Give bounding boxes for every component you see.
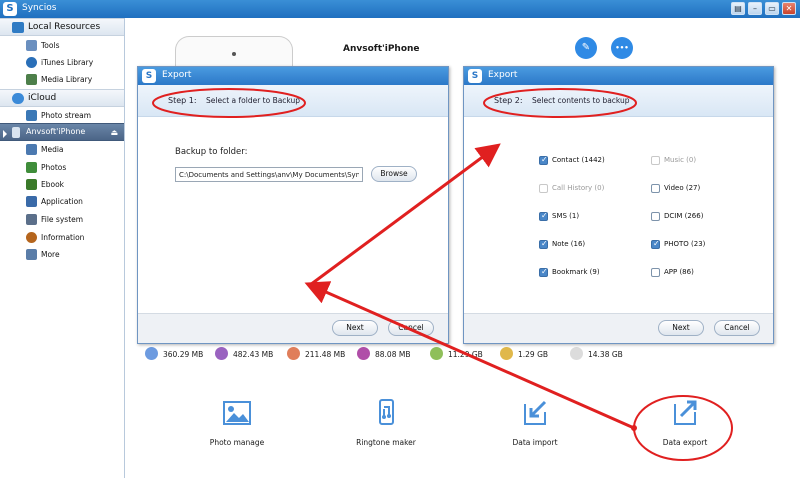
- checkbox-box: [651, 156, 660, 165]
- sidebar-item-file-system[interactable]: File system: [0, 211, 124, 228]
- device-name: Anvsoft'iPhone: [343, 44, 420, 54]
- backup-folder-path-field[interactable]: [175, 167, 363, 182]
- checkbox-box[interactable]: [539, 155, 548, 165]
- ringtone-maker-icon: [379, 399, 394, 425]
- dialog-footer: Next Cancel: [138, 313, 448, 343]
- data-export-icon: [674, 400, 697, 425]
- media-library-icon: [26, 74, 37, 85]
- cloud-icon: [12, 93, 24, 104]
- music-storage-icon: [145, 347, 158, 360]
- next-button[interactable]: Next: [332, 320, 378, 336]
- export-dialog-step1: S Export Step 1: Select a folder to Back…: [137, 66, 449, 344]
- photo-manage-tool[interactable]: Photo manage: [192, 400, 282, 450]
- information-icon: [26, 232, 37, 243]
- window-title: Syncios: [22, 3, 57, 13]
- checkbox-box[interactable]: [539, 267, 548, 277]
- export-dialog-step2: S Export Step 2: Select contents to back…: [463, 66, 774, 344]
- ebook-storage-icon: [357, 347, 370, 360]
- apps-storage-icon: [430, 347, 443, 360]
- free-storage-icon: [570, 347, 583, 360]
- device-image: [175, 36, 293, 66]
- monitor-icon: [12, 22, 24, 33]
- checkbox-box[interactable]: [651, 184, 660, 193]
- sidebar-item-media-library[interactable]: Media Library: [0, 71, 124, 88]
- application-icon: [26, 196, 37, 207]
- dialog-title-bar: S Export: [464, 67, 773, 85]
- cancel-button[interactable]: Cancel: [388, 320, 434, 336]
- step-header: Step 2: Select contents to backup: [464, 85, 773, 117]
- checkbox-box[interactable]: [651, 268, 660, 277]
- cancel-button[interactable]: Cancel: [714, 320, 760, 336]
- ebook-icon: [26, 179, 37, 190]
- title-bar: S Syncios ▤ – ▭ ✕: [0, 0, 800, 18]
- next-button[interactable]: Next: [658, 320, 704, 336]
- icloud-header[interactable]: iCloud: [0, 89, 124, 107]
- sidebar-item-media[interactable]: Media: [0, 141, 124, 158]
- photo-storage-icon: [287, 347, 300, 360]
- checkbox-box[interactable]: [651, 212, 660, 221]
- checkbox-box: [539, 184, 548, 193]
- checkbox-box[interactable]: [539, 239, 548, 249]
- device-header[interactable]: Anvsoft'iPhone ⏏: [0, 123, 124, 141]
- sidebar-item-application[interactable]: Application: [0, 193, 124, 210]
- other-storage-icon: [500, 347, 513, 360]
- camera-dot: [232, 52, 236, 56]
- ringtone-maker-tool[interactable]: Ringtone maker: [341, 399, 431, 450]
- video-storage-icon: [215, 347, 228, 360]
- media-icon: [26, 144, 37, 155]
- step-header: Step 1: Select a folder to Backup: [138, 85, 448, 117]
- sidebar-item-photos[interactable]: Photos: [0, 159, 124, 176]
- dialog-footer: Next Cancel: [464, 313, 773, 343]
- browse-button[interactable]: Browse: [371, 166, 417, 182]
- sidebar: Local Resources Tools iTunes Library Med…: [0, 18, 125, 478]
- sidebar-item-ebook[interactable]: Ebook: [0, 176, 124, 193]
- arrow-origin-dot: [631, 425, 637, 431]
- sidebar-item-information[interactable]: Information: [0, 229, 124, 246]
- folder-icon: [26, 249, 37, 260]
- data-export-tool[interactable]: Data export: [640, 400, 730, 450]
- local-resources-header[interactable]: Local Resources: [0, 18, 124, 36]
- checkbox-box[interactable]: [651, 239, 660, 249]
- photo-stream-icon: [26, 110, 37, 121]
- photo-manage-icon: [223, 401, 251, 425]
- syncios-logo-icon: S: [142, 69, 156, 83]
- dialog-title-bar: S Export: [138, 67, 448, 85]
- expand-triangle-icon[interactable]: [3, 130, 7, 138]
- itunes-icon: [26, 57, 37, 68]
- sidebar-item-more[interactable]: More: [0, 246, 124, 263]
- syncios-logo-icon: S: [3, 2, 17, 16]
- tools-icon: [26, 40, 37, 51]
- more-options-icon[interactable]: •••: [611, 37, 633, 59]
- close-button[interactable]: ✕: [782, 2, 796, 15]
- eject-icon[interactable]: ⏏: [110, 128, 118, 137]
- sidebar-item-photo-stream[interactable]: Photo stream: [0, 107, 124, 124]
- edit-icon[interactable]: ✎: [575, 37, 597, 59]
- minimize-button[interactable]: –: [748, 2, 762, 15]
- checkbox-box[interactable]: [539, 211, 548, 221]
- maximize-button[interactable]: ▭: [765, 2, 779, 15]
- backup-folder-label: Backup to folder:: [175, 147, 248, 157]
- sidebar-item-tools[interactable]: Tools: [0, 37, 124, 54]
- data-import-tool[interactable]: Data import: [490, 400, 580, 450]
- data-import-icon: [524, 400, 547, 425]
- sidebar-item-itunes-library[interactable]: iTunes Library: [0, 54, 124, 71]
- iphone-icon: [12, 127, 20, 138]
- syncios-logo-icon: S: [468, 69, 482, 83]
- photos-icon: [26, 162, 37, 173]
- file-system-icon: [26, 214, 37, 225]
- skin-menu-button[interactable]: ▤: [731, 2, 745, 15]
